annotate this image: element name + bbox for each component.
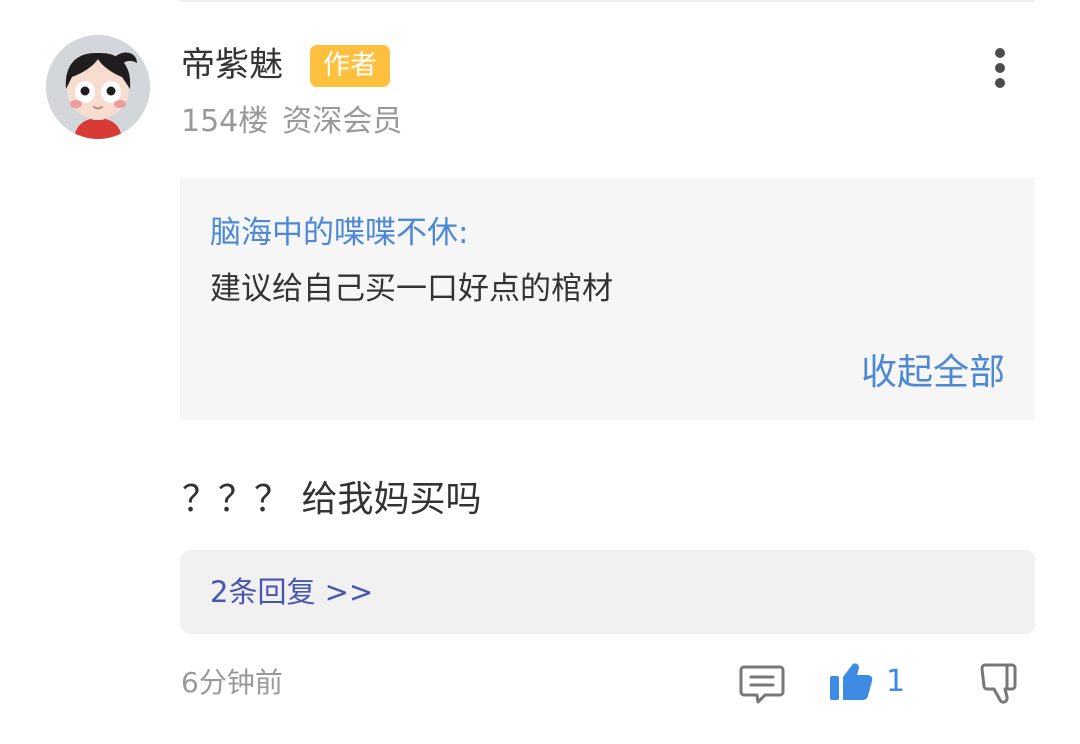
- dislike-button[interactable]: [976, 660, 1024, 708]
- reply-comment-button[interactable]: [738, 660, 786, 708]
- thumbs-down-icon: [980, 663, 1017, 704]
- quoted-comment: 脑海中的喋喋不休: 建议给自己买一口好点的棺材 收起全部: [180, 178, 1035, 420]
- comment-time: 6分钟前: [181, 666, 283, 699]
- quote-author[interactable]: 脑海中的喋喋不休:: [210, 212, 468, 254]
- username[interactable]: 帝紫魅: [181, 43, 283, 87]
- user-avatar[interactable]: [46, 35, 150, 139]
- replies-panel[interactable]: 2条回复 >>: [180, 550, 1035, 634]
- view-replies-link[interactable]: 2条回复 >>: [210, 572, 373, 612]
- like-button[interactable]: 1: [828, 658, 918, 708]
- comment-text: ？？？ 给我妈买吗: [182, 479, 482, 520]
- cartoon-boy-avatar-icon: [46, 35, 150, 139]
- author-badge: 作者: [310, 45, 390, 87]
- comment-bubble-icon: [739, 665, 785, 704]
- thumbs-up-icon: [830, 663, 873, 700]
- quote-text: 建议给自己买一口好点的棺材: [210, 271, 613, 307]
- member-level: 资深会员: [282, 104, 403, 139]
- floor-number: 154楼: [181, 104, 269, 139]
- like-count: 1: [886, 664, 906, 699]
- comment-meta: 154楼 资深会员: [181, 102, 402, 142]
- more-options-button[interactable]: [980, 44, 1020, 96]
- top-divider: [180, 0, 1035, 2]
- vertical-ellipsis-icon: [995, 48, 1005, 88]
- collapse-all-link[interactable]: 收起全部: [861, 350, 1005, 396]
